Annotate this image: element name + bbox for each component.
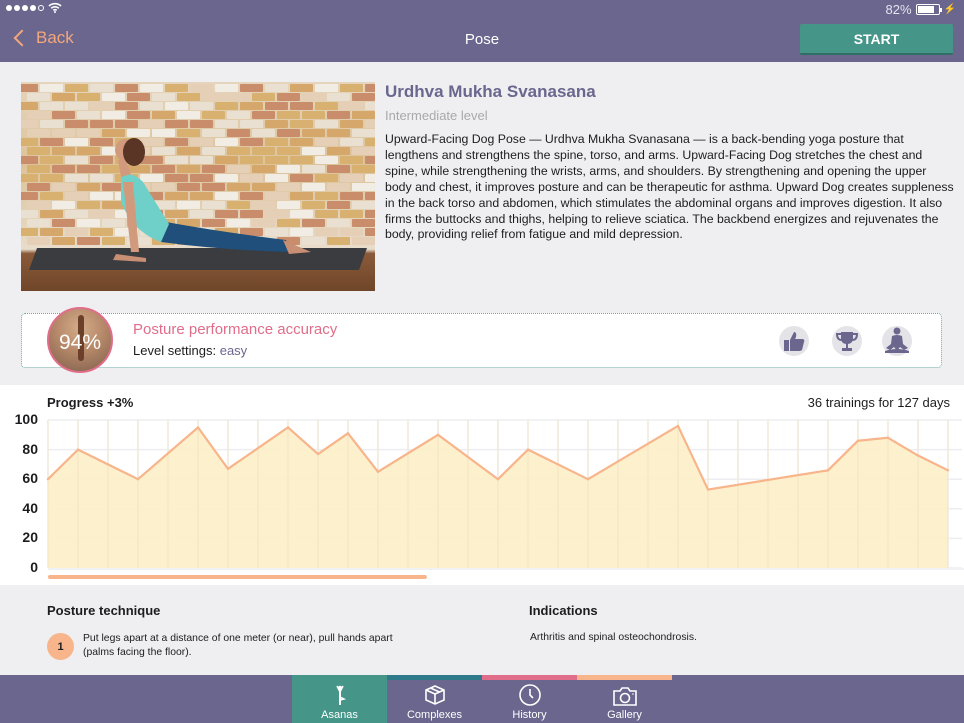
yoga-tree-pose-icon bbox=[335, 685, 346, 705]
data-point bbox=[916, 454, 920, 457]
signal-strength-icon bbox=[6, 4, 44, 11]
trophy-icon[interactable] bbox=[832, 326, 862, 356]
wifi-icon bbox=[48, 2, 62, 13]
yoga-figure-illustration bbox=[113, 138, 311, 262]
tab-asanas[interactable]: Asanas bbox=[292, 675, 387, 723]
charging-icon: ⚡ bbox=[943, 4, 956, 15]
accuracy-title: Posture performance accuracy bbox=[133, 321, 338, 338]
data-point bbox=[376, 470, 380, 473]
back-button[interactable]: Back bbox=[12, 28, 74, 48]
data-point bbox=[856, 439, 860, 442]
box-icon bbox=[424, 685, 445, 705]
data-point bbox=[136, 478, 140, 481]
y-tick-label: 40 bbox=[22, 499, 38, 516]
chart-scrollbar[interactable] bbox=[48, 575, 427, 579]
indications-title: Indications bbox=[529, 603, 598, 618]
tab-label: History bbox=[512, 709, 547, 721]
back-label: Back bbox=[36, 28, 74, 47]
pose-description: Upward-Facing Dog Pose — Urdhva Mukha Sv… bbox=[385, 132, 954, 242]
data-point bbox=[76, 448, 80, 451]
tab-label: Asanas bbox=[321, 709, 358, 721]
data-point bbox=[946, 469, 950, 472]
data-point bbox=[496, 478, 500, 481]
data-point bbox=[346, 432, 350, 435]
battery-percent: 82% bbox=[885, 2, 912, 17]
data-point bbox=[886, 436, 890, 439]
tab-label: Complexes bbox=[406, 709, 463, 721]
data-point bbox=[676, 424, 680, 428]
data-point bbox=[316, 452, 320, 456]
data-point bbox=[826, 469, 830, 472]
y-tick-label: 60 bbox=[22, 470, 38, 487]
thumbs-up-icon[interactable] bbox=[779, 326, 809, 356]
data-point bbox=[196, 426, 200, 429]
pose-level: Intermediate level bbox=[385, 108, 488, 123]
level-settings-value[interactable]: easy bbox=[220, 343, 247, 358]
camera-icon bbox=[612, 687, 637, 706]
pose-name: Urdhva Mukha Svanasana bbox=[385, 82, 596, 101]
status-bar-left bbox=[6, 2, 62, 13]
data-point bbox=[286, 426, 290, 429]
y-tick-label: 0 bbox=[30, 559, 38, 575]
indications-text: Arthritis and spinal osteochondrosis. bbox=[530, 632, 697, 643]
meditation-icon[interactable] bbox=[882, 326, 912, 356]
technique-title: Posture technique bbox=[47, 603, 161, 618]
y-tick-label: 80 bbox=[22, 440, 38, 457]
y-tick-label: 20 bbox=[22, 529, 38, 546]
battery-icon bbox=[915, 4, 942, 15]
accuracy-percent: 94% bbox=[58, 331, 102, 354]
progress-chart bbox=[46, 419, 964, 579]
tab-gallery[interactable]: Gallery bbox=[577, 675, 672, 723]
data-point bbox=[586, 478, 590, 481]
status-bar-right: 82% ⚡ bbox=[886, 2, 956, 17]
accuracy-badge: 94% bbox=[47, 307, 113, 373]
tab-label: Gallery bbox=[607, 709, 642, 721]
tab-history[interactable]: History bbox=[482, 675, 577, 723]
step-text: Put legs apart at a distance of one mete… bbox=[83, 633, 393, 658]
step-number-badge: 1 bbox=[47, 633, 74, 660]
y-tick-label: 100 bbox=[14, 411, 38, 427]
data-point bbox=[526, 448, 530, 451]
data-point bbox=[436, 433, 440, 436]
data-point bbox=[706, 488, 710, 491]
level-settings: Level settings: easy bbox=[133, 343, 247, 358]
clock-icon bbox=[518, 684, 541, 706]
pose-photo bbox=[21, 82, 375, 291]
data-point bbox=[226, 467, 230, 471]
data-point bbox=[46, 478, 50, 481]
level-settings-label: Level settings: bbox=[133, 343, 220, 358]
start-button[interactable]: START bbox=[800, 24, 953, 55]
tab-complexes[interactable]: Complexes bbox=[387, 675, 482, 723]
chevron-left-icon bbox=[13, 29, 31, 47]
